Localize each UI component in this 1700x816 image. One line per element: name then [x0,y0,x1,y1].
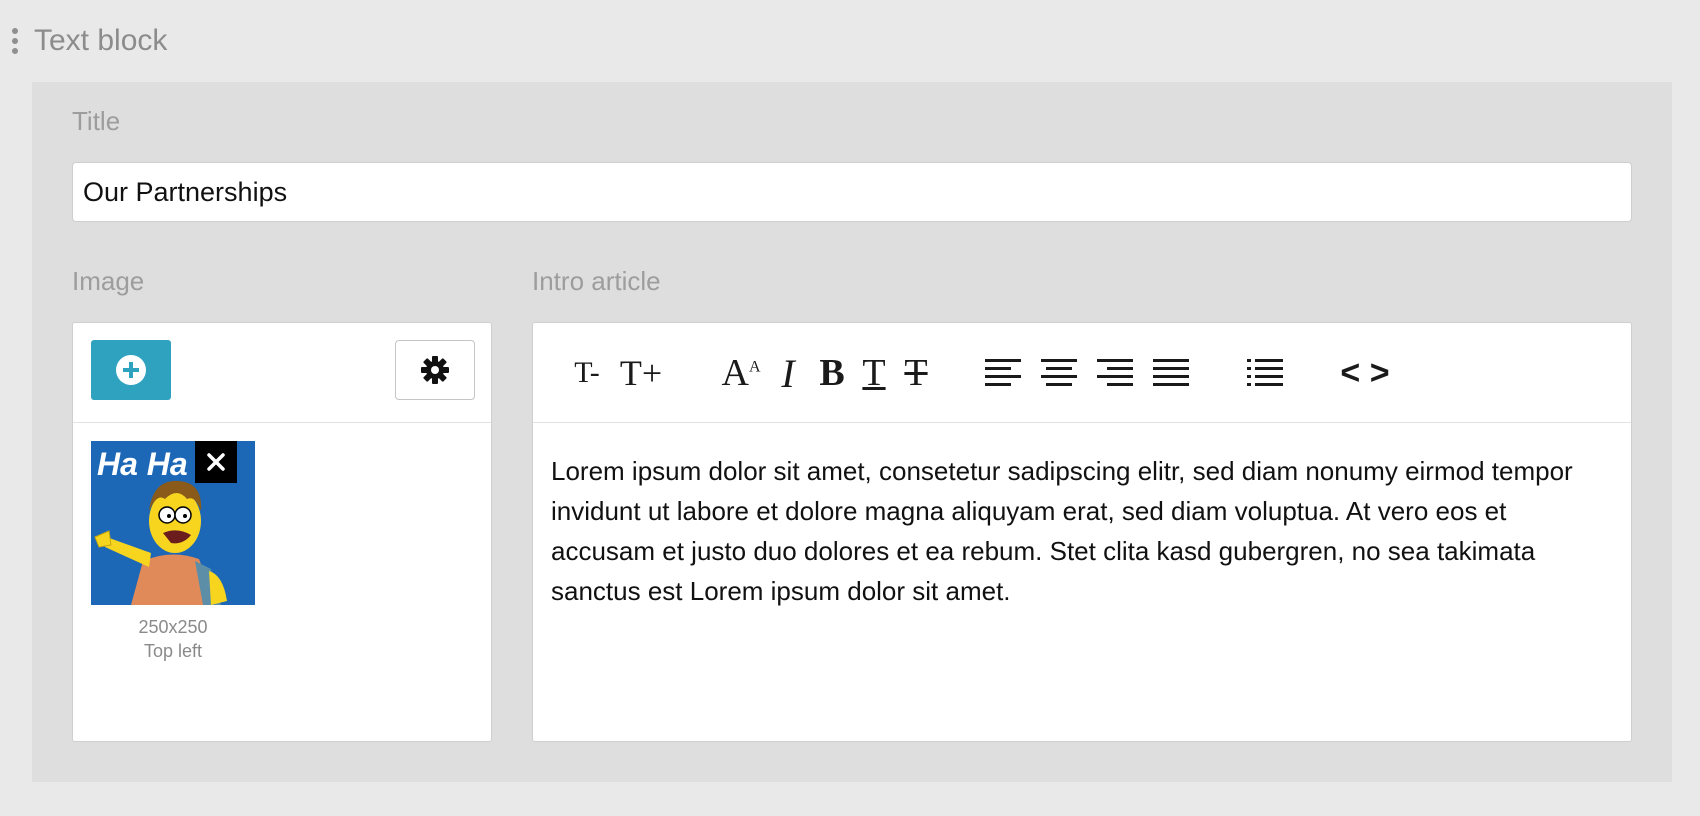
source-code-button[interactable]: < > [1333,351,1397,395]
image-settings-button[interactable] [395,340,475,400]
bold-button[interactable]: B [815,351,849,395]
strikethrough-icon: T [904,352,928,394]
italic-icon: I [781,350,795,396]
image-position: Top left [143,641,203,661]
block-header: Text block [0,18,167,64]
remove-image-button[interactable] [195,441,237,483]
image-label: Image [72,266,145,296]
align-justify-icon [1153,359,1189,386]
align-justify-button[interactable] [1151,351,1191,395]
title-label: Title [72,106,121,136]
intro-article-label: Intro article [532,266,661,296]
intro-article-content[interactable]: Lorem ipsum dolor sit amet, consetetur s… [533,423,1631,639]
intro-article-editor: T- T+ AA I B T T < > Lorem ipsum dolor s… [532,322,1632,742]
align-center-button[interactable] [1039,351,1079,395]
align-left-icon [985,359,1021,386]
bullet-list-button[interactable] [1245,351,1285,395]
underline-button[interactable]: T [857,351,891,395]
close-icon [207,453,225,471]
italic-button[interactable]: I [773,350,803,396]
title-input[interactable] [72,162,1632,222]
source-code-icon: < > [1340,353,1390,392]
text-block-panel: Title Image Intro article [32,82,1672,782]
rich-text-toolbar: T- T+ AA I B T T < > [533,323,1631,423]
bullet-list-icon [1247,359,1283,386]
block-title: Text block [34,24,168,57]
align-left-button[interactable] [983,351,1023,395]
image-dimensions: 250x250 [138,617,208,637]
font-decrease-button[interactable]: T- [567,351,607,395]
gear-icon [421,356,449,384]
superscript-icon: AA [721,352,761,394]
drag-handle-icon[interactable] [0,18,30,64]
font-decrease-icon: T- [574,356,600,389]
bold-icon: B [819,352,845,394]
image-toolbar [73,323,491,423]
add-image-button[interactable] [91,340,171,400]
align-center-icon [1041,359,1077,386]
font-increase-button[interactable]: T+ [619,351,663,395]
strikethrough-button[interactable]: T [899,351,933,395]
thumbnail-text: Ha Ha [97,446,188,482]
align-right-button[interactable] [1095,351,1135,395]
underline-icon: T [862,352,886,394]
superscript-button[interactable]: AA [719,351,763,395]
font-increase-icon: T+ [619,353,663,393]
plus-circle-icon [116,355,146,385]
align-right-icon [1097,359,1133,386]
image-field: Ha Ha 250x250 Top left [72,322,492,742]
